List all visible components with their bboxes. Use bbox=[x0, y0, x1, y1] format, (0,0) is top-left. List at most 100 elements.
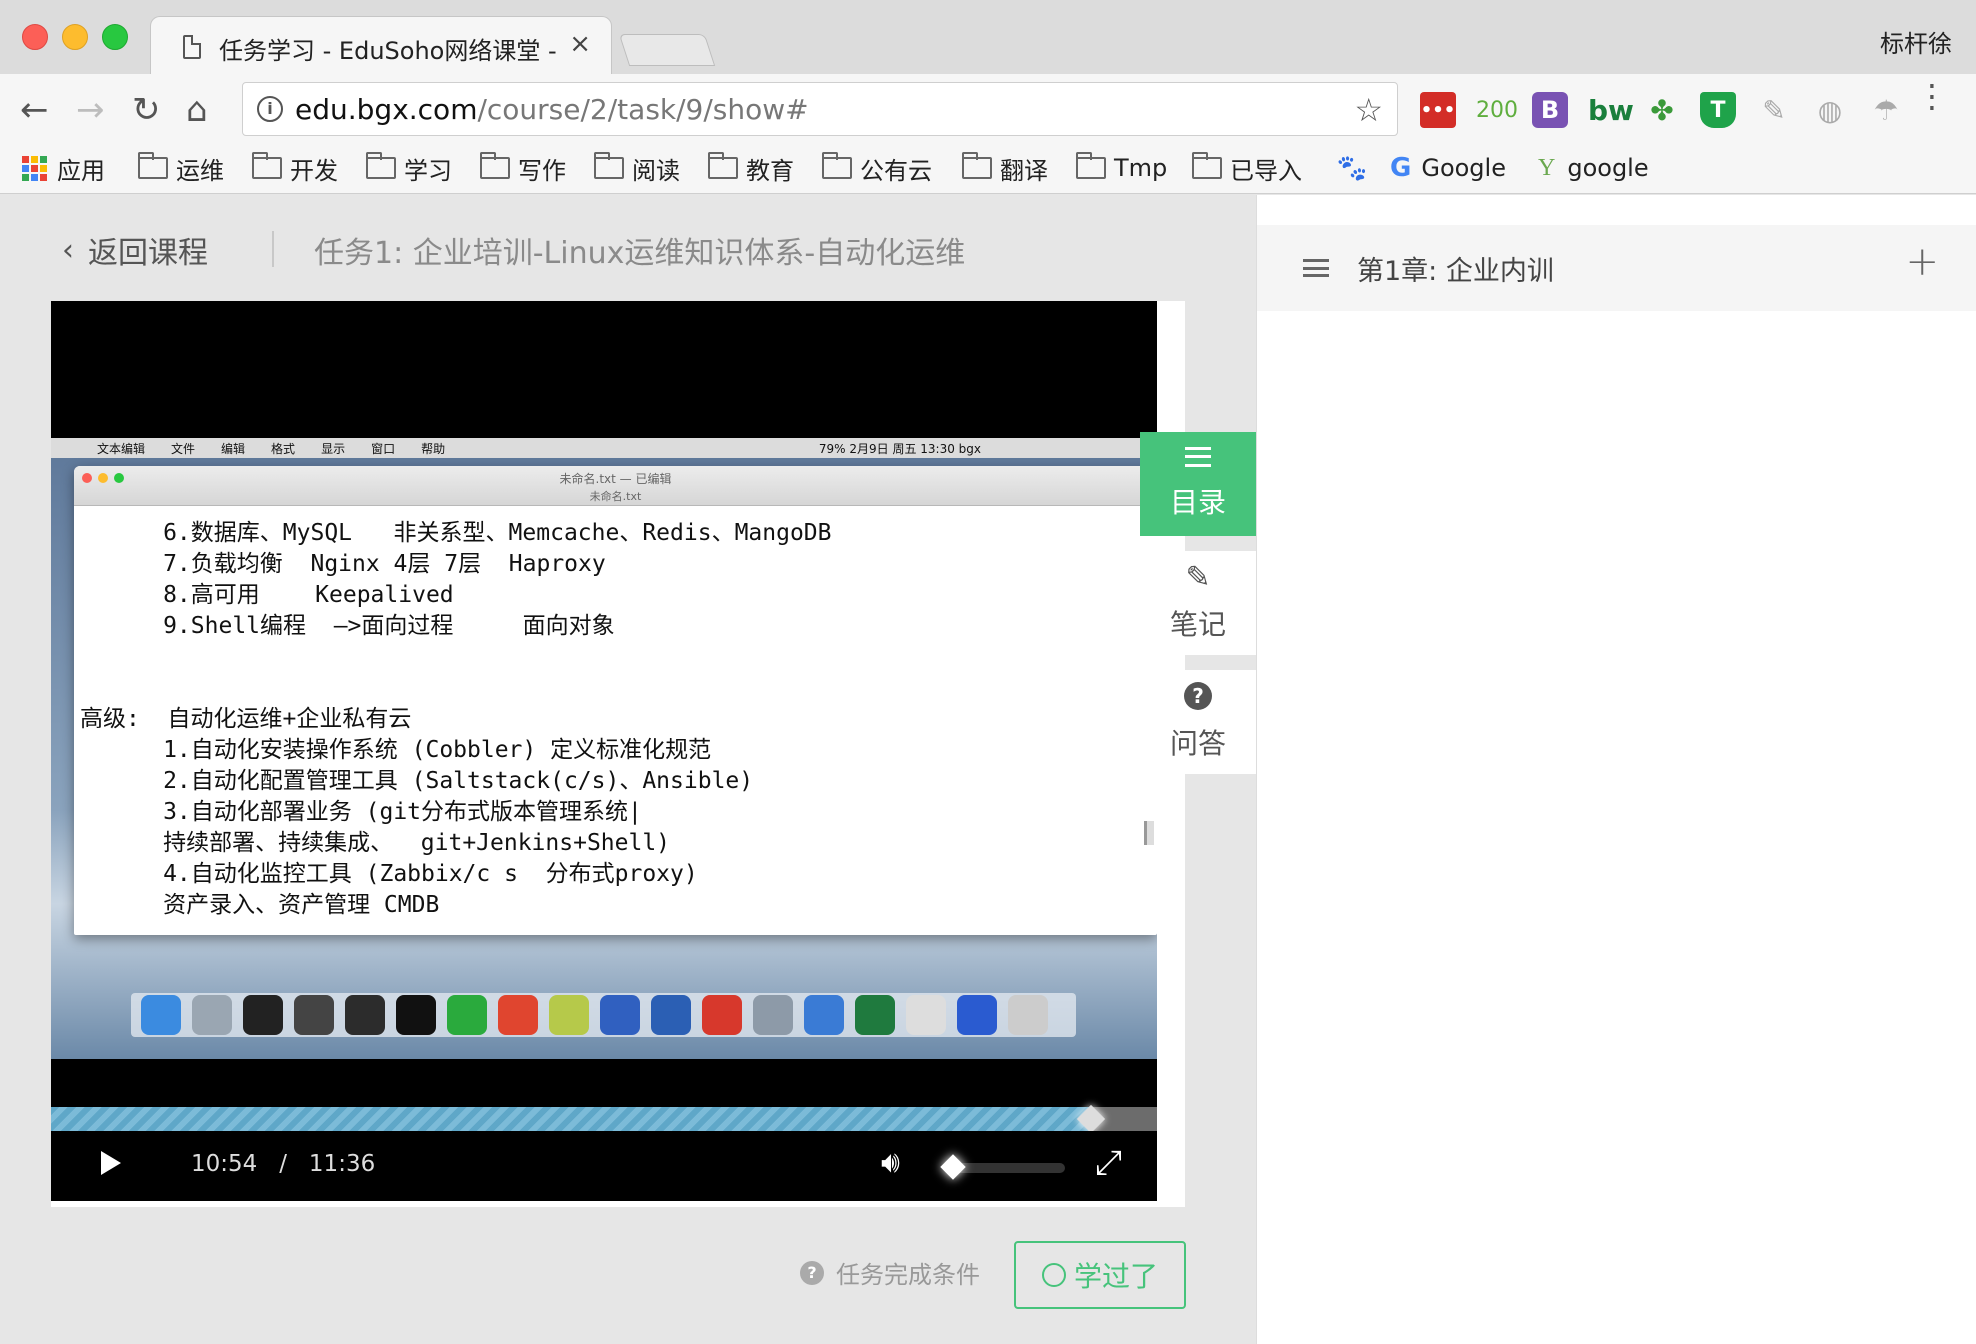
dock-app-icon bbox=[141, 995, 181, 1035]
bookmark-学习[interactable]: 学习 bbox=[366, 148, 452, 188]
mark-learned-button[interactable]: 学过了 bbox=[1014, 1241, 1186, 1309]
video-window-titlebar: 未命名.txt — 已编辑 未命名.txt bbox=[74, 466, 1157, 506]
expand-plus-icon[interactable]: + bbox=[1905, 239, 1939, 285]
folder-icon bbox=[594, 152, 624, 179]
task-condition-label: 任务完成条件 bbox=[836, 1261, 980, 1289]
bookmark-label: google bbox=[1567, 154, 1649, 182]
bookmark-阅读[interactable]: 阅读 bbox=[594, 148, 680, 188]
site-info-icon[interactable]: i bbox=[257, 96, 283, 122]
extension-grey-3-icon[interactable]: ☂ bbox=[1868, 92, 1904, 128]
extension-clover-icon[interactable]: ✤ bbox=[1644, 92, 1680, 128]
task-condition-link[interactable]: ? 任务完成条件 bbox=[800, 1255, 980, 1290]
progress-fill bbox=[51, 1107, 1091, 1131]
bookmark-star-icon[interactable]: ☆ bbox=[1354, 91, 1383, 129]
video-text-line: 2.自动化配置管理工具 (Saltstack(c/s)、Ansible) bbox=[80, 768, 754, 794]
dock-app-icon bbox=[957, 995, 997, 1035]
tab-catalog[interactable]: 目录 bbox=[1140, 432, 1256, 536]
reload-icon[interactable]: ↻ bbox=[132, 90, 161, 130]
bookmark-写作[interactable]: 写作 bbox=[480, 148, 566, 188]
close-window-button[interactable] bbox=[22, 24, 48, 50]
address-bar[interactable]: i edu.bgx.com/course/2/task/9/show# ☆ bbox=[242, 82, 1398, 136]
browser-menu-icon[interactable]: ⋮ bbox=[1916, 80, 1948, 112]
extension-counter-icon[interactable]: 200 bbox=[1476, 92, 1518, 128]
tab-close-icon[interactable]: × bbox=[569, 29, 591, 59]
video-menubar-item: 格式 bbox=[271, 441, 296, 456]
browser-tab[interactable]: 任务学习 - EduSoho网络课堂 - × bbox=[150, 16, 612, 76]
video-text-line bbox=[80, 673, 1157, 704]
volume-slider[interactable] bbox=[951, 1163, 1065, 1173]
video-text-line: 高级: 自动化运维+企业私有云 bbox=[80, 706, 412, 732]
folder-icon bbox=[480, 152, 510, 179]
video-menubar-item: 显示 bbox=[321, 441, 346, 456]
video-mac-menubar: 文本编辑 文件 编辑 格式 显示 窗口 帮助 79% 2月9日 周五 13:30 bgx bbox=[51, 438, 1157, 458]
video-menubar-item: 文件 bbox=[171, 441, 196, 456]
task-main: ‹ 返回课程 任务1: 企业培训-Linux运维知识体系-自动化运维 文本编辑文… bbox=[0, 195, 1256, 1344]
extension-grey-1-icon[interactable]: ✎ bbox=[1756, 92, 1792, 128]
bookmark-教育[interactable]: 教育 bbox=[708, 148, 794, 188]
extension-shield-icon[interactable]: T bbox=[1700, 92, 1736, 128]
extension-bw-icon[interactable]: bw bbox=[1588, 92, 1634, 128]
dock-app-icon bbox=[855, 995, 895, 1035]
chevron-left-icon: ‹ bbox=[62, 232, 74, 268]
tab-catalog-label: 目录 bbox=[1169, 486, 1226, 519]
home-icon[interactable]: ⌂ bbox=[186, 90, 208, 130]
bookmark-开发[interactable]: 开发 bbox=[252, 148, 338, 188]
dock-app-icon bbox=[447, 995, 487, 1035]
tab-notes[interactable]: ✎ 笔记 bbox=[1140, 551, 1256, 655]
browser-toolbar: ← → ↻ ⌂ i edu.bgx.com/course/2/task/9/sh… bbox=[0, 74, 1976, 148]
bookmark-已导入[interactable]: 已导入 bbox=[1192, 148, 1302, 188]
video-text-line: 资产录入、资产管理 CMDB bbox=[80, 892, 440, 918]
minimize-window-button[interactable] bbox=[62, 24, 88, 50]
extension-lastpass-icon[interactable]: ••• bbox=[1420, 92, 1456, 128]
dock-app-icon bbox=[192, 995, 232, 1035]
mark-learned-label: 学过了 bbox=[1073, 1260, 1158, 1293]
video-text-line: 8.高可用 Keepalived bbox=[80, 582, 454, 608]
google-g-icon: G bbox=[1390, 153, 1412, 183]
fullscreen-icon[interactable]: ⤢ bbox=[1095, 1143, 1122, 1183]
zoom-window-button[interactable] bbox=[102, 24, 128, 50]
back-to-course-link[interactable]: ‹ 返回课程 bbox=[62, 228, 208, 272]
bookmark-label: 已导入 bbox=[1230, 156, 1302, 185]
bookmark-label: 翻译 bbox=[1000, 156, 1048, 185]
extension-bootstrap-icon[interactable]: B bbox=[1532, 92, 1568, 128]
video-player[interactable]: 文本编辑 文件 编辑 格式 显示 窗口 帮助 79% 2月9日 周五 13:30 bgx 未命… bbox=[51, 301, 1157, 1201]
question-icon: ? bbox=[1184, 682, 1212, 710]
task-title: 任务1: 企业培训-Linux运维知识体系-自动化运维 bbox=[314, 236, 966, 271]
bookmark-翻译[interactable]: 翻译 bbox=[962, 148, 1048, 188]
volume-handle[interactable] bbox=[940, 1154, 966, 1180]
back-arrow-icon[interactable]: ← bbox=[20, 90, 49, 130]
chapter-item[interactable]: 第1章: 企业内训 + bbox=[1257, 225, 1976, 311]
time-display: 10:54 / 11:36 bbox=[191, 1151, 375, 1177]
extension-grey-2-icon[interactable]: ◍ bbox=[1812, 92, 1848, 128]
video-text-content: 6.数据库、MySQL 非关系型、Memcache、Redis、MangoDB … bbox=[74, 506, 1157, 921]
new-tab-button[interactable] bbox=[618, 34, 716, 66]
forward-arrow-icon[interactable]: → bbox=[76, 90, 105, 130]
folder-icon bbox=[366, 152, 396, 179]
profile-name[interactable]: 标杆徐 bbox=[1880, 24, 1952, 59]
volume-icon[interactable]: 🔊︎ bbox=[881, 1145, 900, 1180]
tab-qa[interactable]: ? 问答 bbox=[1140, 670, 1256, 774]
back-to-course-label: 返回课程 bbox=[88, 236, 208, 271]
bookmark-google[interactable]: Ygoogle bbox=[1538, 148, 1649, 188]
list-icon bbox=[1303, 259, 1329, 277]
bookmark-应用[interactable]: 应用 bbox=[22, 148, 105, 188]
question-circle-icon: ? bbox=[800, 1260, 824, 1285]
bookmark-google[interactable]: G Google bbox=[1390, 148, 1506, 188]
video-player-card: 文本编辑 文件 编辑 格式 显示 窗口 帮助 79% 2月9日 周五 13:30 bgx 未命… bbox=[51, 301, 1185, 1207]
bookmark-label: 公有云 bbox=[860, 156, 932, 185]
tab-qa-label: 问答 bbox=[1169, 727, 1226, 760]
yandex-y-icon: Y bbox=[1538, 154, 1556, 181]
bookmark-label: 学习 bbox=[404, 156, 452, 185]
play-icon[interactable] bbox=[101, 1151, 121, 1175]
progress-bar[interactable] bbox=[51, 1104, 1157, 1134]
bookmark-baidu[interactable]: 🐾︎ bbox=[1334, 148, 1370, 188]
bookmark-运维[interactable]: 运维 bbox=[138, 148, 224, 188]
circle-icon bbox=[1041, 1263, 1066, 1287]
bookmark-tmp[interactable]: Tmp bbox=[1076, 148, 1167, 188]
dock-app-icon bbox=[753, 995, 793, 1035]
video-text-line: 1.自动化安装操作系统 (Cobbler) 定义标准化规范 bbox=[80, 737, 712, 763]
scroll-indicator bbox=[1144, 821, 1154, 845]
url-text[interactable]: edu.bgx.com/course/2/task/9/show# bbox=[295, 93, 809, 126]
bookmark-label: Google bbox=[1421, 154, 1506, 182]
bookmark-公有云[interactable]: 公有云 bbox=[822, 148, 932, 188]
